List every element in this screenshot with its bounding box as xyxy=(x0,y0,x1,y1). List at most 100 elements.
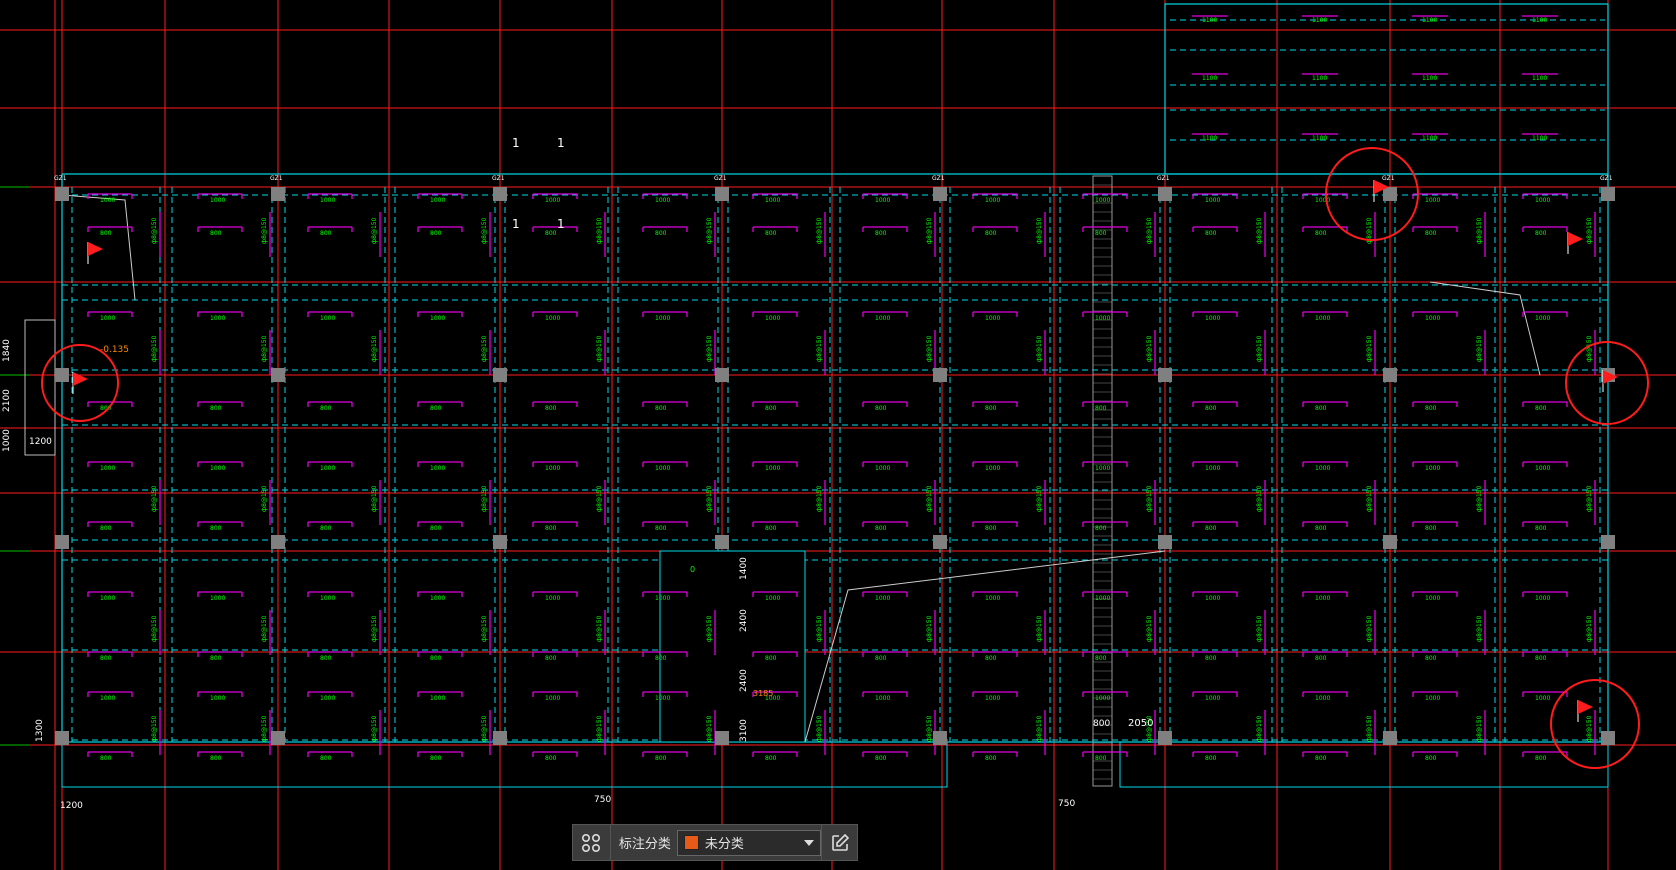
rebar-length-label: 800 xyxy=(1315,405,1327,412)
rebar-spacing-label: ф8@150 xyxy=(151,335,158,362)
column xyxy=(55,187,69,201)
edit-category-button[interactable] xyxy=(821,825,857,860)
grid-icon xyxy=(582,833,601,852)
column xyxy=(715,535,729,549)
rebar-length-label: 1000 xyxy=(210,465,225,472)
rebar-length-label: 800 xyxy=(655,405,667,412)
rebar-spacing-label: ф8@150 xyxy=(1256,715,1263,742)
rebar-length-label: 800 xyxy=(430,230,442,237)
rebar-spacing-label: ф8@150 xyxy=(596,485,603,512)
category-selected-value: 未分类 xyxy=(704,837,744,852)
rebar-spacing-label: ф8@150 xyxy=(261,485,268,512)
rebar-length-label: 1000 xyxy=(1095,465,1110,472)
category-label: 标注分类 xyxy=(618,837,671,852)
rebar-spacing-label: ф8@150 xyxy=(926,485,933,512)
rebar-length-label: 800 xyxy=(320,525,332,532)
dim-2100: 2100 xyxy=(2,389,12,412)
rebar-spacing-label: ф8@150 xyxy=(1256,217,1263,244)
rebar-spacing-label: ф8@150 xyxy=(1036,615,1043,642)
rebar-length-label: 800 xyxy=(430,655,442,662)
rebar-length-label: 1000 xyxy=(210,197,225,204)
rebar-length-label: 800 xyxy=(430,755,442,762)
rebar-length-label: 800 xyxy=(1425,525,1437,532)
rebar-spacing-label: ф8@150 xyxy=(706,485,713,512)
rebar-length-label: 800 xyxy=(875,655,887,662)
category-select[interactable]: 未分类 xyxy=(676,829,822,856)
markup-layer[interactable] xyxy=(41,147,1649,769)
rebar-spacing-label: ф8@150 xyxy=(816,615,823,642)
rebar-spacing-label: ф8@150 xyxy=(816,715,823,742)
rebar-spacing-label: ф8@150 xyxy=(596,715,603,742)
rebar-length-label: 1000 xyxy=(765,315,780,322)
dim-1840: 1840 xyxy=(2,339,12,362)
rebar-length-label: 1000 xyxy=(545,465,560,472)
rebar-spacing-label: ф8@150 xyxy=(1586,217,1593,244)
dim-1300: 1300 xyxy=(35,719,45,742)
category-color-swatch xyxy=(683,835,699,850)
rebar-spacing-label: ф8@150 xyxy=(481,615,488,642)
rebar-length-label: 800 xyxy=(320,755,332,762)
rebar-spacing-label: ф8@150 xyxy=(706,715,713,742)
rebar-length-label: 800 xyxy=(1095,655,1107,662)
rebar-length-label: 1000 xyxy=(765,197,780,204)
rebar-spacing-label: ф8@150 xyxy=(1366,715,1373,742)
column xyxy=(933,535,947,549)
rebar-spacing-label: ф8@150 xyxy=(706,615,713,642)
column-tag: GZ1 xyxy=(1157,175,1170,182)
rebar-spacing-label: ф8@150 xyxy=(371,335,378,362)
rebar-spacing-label: ф8@150 xyxy=(926,335,933,362)
rebar-length-label: 1000 xyxy=(320,595,335,602)
rebar-length-label: 800 xyxy=(430,405,442,412)
rebar-length-label: 1000 xyxy=(210,595,225,602)
flag-icon xyxy=(1578,700,1593,714)
rebar-length-label: 800 xyxy=(655,755,667,762)
rebar-length-label: 800 xyxy=(1205,655,1217,662)
rebar-length-label: 800 xyxy=(1425,405,1437,412)
rebar-length-label: 800 xyxy=(1315,755,1327,762)
rebar-length-label: 800 xyxy=(875,405,887,412)
rebar-spacing-label: ф8@150 xyxy=(926,715,933,742)
grid-view-button[interactable] xyxy=(573,825,611,860)
axis-mark-d: 1 xyxy=(557,217,565,231)
rebar-spacing-label: ф8@150 xyxy=(1586,715,1593,742)
rebar-spacing-label: ф8@150 xyxy=(1146,335,1153,362)
rebar-length-label: 1100 xyxy=(1202,135,1217,142)
rebar-length-label: 1000 xyxy=(985,465,1000,472)
column-tag: GZ1 xyxy=(714,175,727,182)
span-1400: 1400 xyxy=(739,557,749,580)
rebar-length-label: 1100 xyxy=(1202,17,1217,24)
rebar-spacing-label: ф8@150 xyxy=(1476,217,1483,244)
rebar-spacing-label: ф8@150 xyxy=(1586,335,1593,362)
rebar-length-label: 800 xyxy=(985,655,997,662)
rebar-length-label: 800 xyxy=(655,230,667,237)
rebar-length-label: 1000 xyxy=(430,315,445,322)
dim-1200-bottom: 1200 xyxy=(60,801,83,811)
elevation-label: -0.135 xyxy=(100,345,129,355)
rebar-length-label: 800 xyxy=(1205,525,1217,532)
rebar-spacing-label: ф8@150 xyxy=(926,615,933,642)
rebar-length-label: 1000 xyxy=(1535,595,1550,602)
column-tag: GZ1 xyxy=(1382,175,1395,182)
span-2400-a: 2400 xyxy=(739,609,749,632)
rebar-length-label: 1000 xyxy=(1315,315,1330,322)
rebar-length-label: 1000 xyxy=(545,695,560,702)
rebar-spacing-label: ф8@150 xyxy=(481,217,488,244)
rebar-length-label: 800 xyxy=(100,230,112,237)
column-layer: GZ1 GZ1 GZ1 GZ1 GZ1 GZ1 GZ1 GZ1 xyxy=(54,175,1615,745)
rebar-length-label: 1100 xyxy=(1422,75,1437,82)
rebar-spacing-label: ф8@150 xyxy=(261,217,268,244)
leader-line xyxy=(804,550,1166,743)
rebar-spacing-label: ф8@150 xyxy=(1366,485,1373,512)
rebar-spacing-label: ф8@150 xyxy=(1476,335,1483,362)
axis-mark-c: 1 xyxy=(512,217,520,231)
annotation-category-toolbar: 标注分类 未分类 xyxy=(572,824,858,861)
rebar-length-label: 1000 xyxy=(320,197,335,204)
cad-drawing-canvas[interactable]: 1000 ф8@150 800 1000 ф8@150 800 1000 ф8@150 800 1… xyxy=(0,0,1676,870)
rebar-spacing-label: ф8@150 xyxy=(1366,615,1373,642)
rebar-length-label: 1000 xyxy=(210,315,225,322)
rebar-length-label: 800 xyxy=(210,525,222,532)
rebar-spacing-label: ф8@150 xyxy=(816,335,823,362)
span-3100: 3100 xyxy=(739,719,749,742)
column xyxy=(933,187,947,201)
rebar-length-label: 800 xyxy=(985,755,997,762)
